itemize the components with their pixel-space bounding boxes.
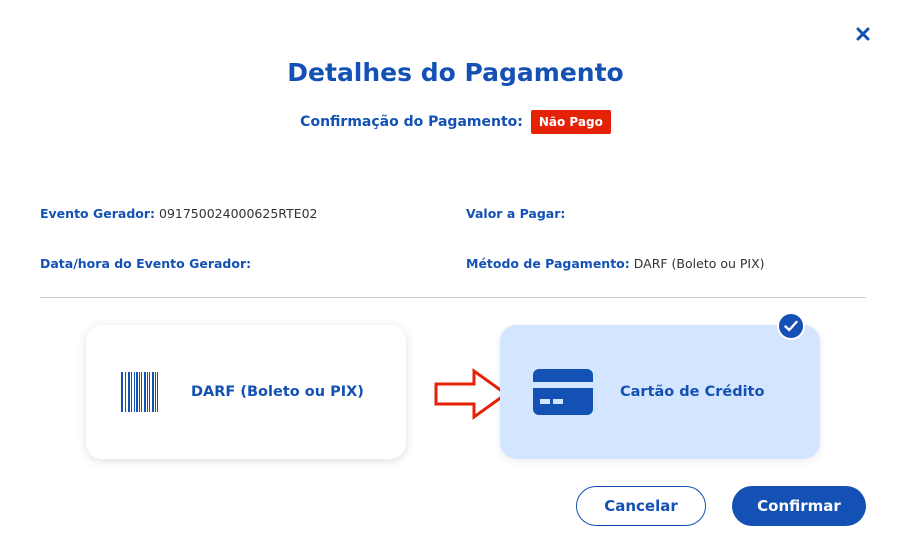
cancel-button[interactable]: Cancelar <box>576 486 706 526</box>
data-hora-label: Data/hora do Evento Gerador: <box>40 256 252 271</box>
payment-confirmation: Confirmação do Pagamento: Não Pago <box>0 110 911 134</box>
darf-option-label: DARF (Boleto ou PIX) <box>191 384 364 400</box>
valor-a-pagar-field: Valor a Pagar: <box>466 206 565 221</box>
metodo-value: DARF (Boleto ou PIX) <box>633 256 765 271</box>
status-badge: Não Pago <box>530 110 611 134</box>
barcode-icon <box>121 372 158 412</box>
selected-check-icon <box>777 312 805 340</box>
payment-option-darf[interactable]: DARF (Boleto ou PIX) <box>86 325 406 459</box>
payment-details-dialog: Detalhes do Pagamento Confirmação do Pag… <box>0 0 911 557</box>
evento-gerador-value: 091750024000625RTE02 <box>159 206 318 221</box>
data-hora-field: Data/hora do Evento Gerador: <box>40 256 251 271</box>
confirm-button[interactable]: Confirmar <box>732 486 866 526</box>
credit-card-option-label: Cartão de Crédito <box>620 384 765 400</box>
dialog-title: Detalhes do Pagamento <box>287 58 624 87</box>
evento-gerador-field: Evento Gerador: 091750024000625RTE02 <box>40 206 318 221</box>
payment-option-credit-card[interactable]: Cartão de Crédito <box>500 325 820 459</box>
confirmation-label: Confirmação do Pagamento: <box>300 114 523 130</box>
valor-label: Valor a Pagar: <box>466 206 566 221</box>
credit-card-icon <box>533 369 593 415</box>
divider <box>40 297 866 298</box>
metodo-pagamento-field: Método de Pagamento: DARF (Boleto ou PIX… <box>466 256 765 271</box>
close-icon[interactable] <box>853 24 873 44</box>
metodo-label: Método de Pagamento: <box>466 256 630 271</box>
arrow-right-icon <box>434 368 509 420</box>
evento-gerador-label: Evento Gerador: <box>40 206 156 221</box>
